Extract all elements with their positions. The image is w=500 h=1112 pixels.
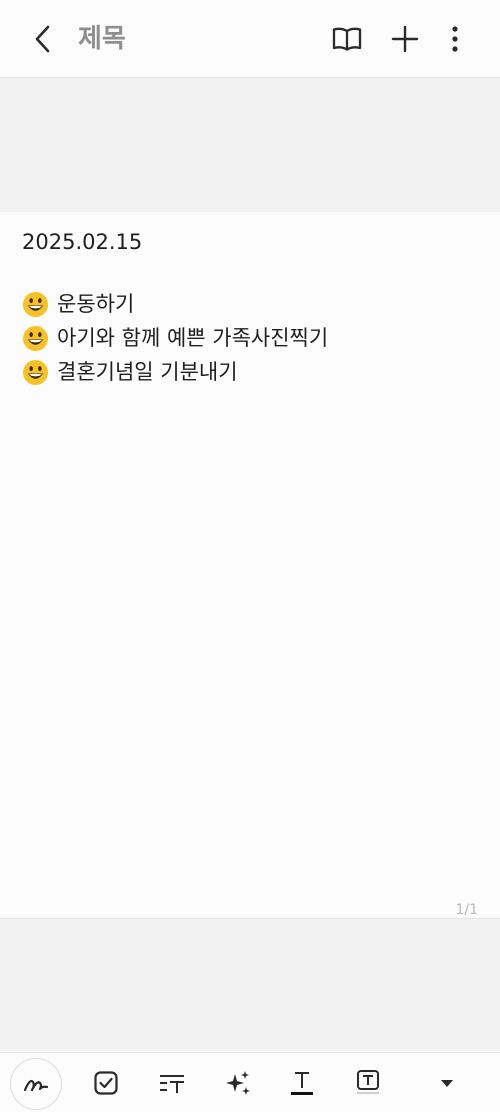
more-options-button[interactable] xyxy=(436,20,474,58)
list-item[interactable]: 운동하기 xyxy=(22,288,328,320)
grinning-face-icon xyxy=(22,291,49,317)
back-button[interactable] xyxy=(26,20,60,58)
expand-down-icon xyxy=(441,1080,453,1087)
note-page[interactable]: 2025.02.15 운동하기 아기와 함께 예쁜 가족사진찍기 결혼기념일 기… xyxy=(0,212,500,918)
ai-assist-button[interactable] xyxy=(220,1065,256,1101)
more-vertical-icon xyxy=(452,26,458,52)
back-icon xyxy=(35,25,50,53)
text-box-button[interactable] xyxy=(350,1065,386,1101)
plus-icon xyxy=(391,25,419,53)
checklist-button[interactable] xyxy=(88,1065,124,1101)
sparkle-icon xyxy=(226,1071,250,1095)
list-item-text: 결혼기념일 기분내기 xyxy=(57,360,238,384)
checkbox-icon xyxy=(94,1071,118,1095)
text-style-button[interactable] xyxy=(154,1065,190,1101)
note-title[interactable]: 제목 xyxy=(78,22,126,56)
reading-mode-button[interactable] xyxy=(328,20,366,58)
expand-toolbar-button[interactable] xyxy=(429,1065,465,1101)
list-item[interactable]: 결혼기념일 기분내기 xyxy=(22,356,328,388)
bottom-toolbar xyxy=(0,1052,500,1112)
pen-mode-button[interactable] xyxy=(10,1058,62,1110)
note-date[interactable]: 2025.02.15 xyxy=(22,228,142,256)
grinning-face-icon xyxy=(22,325,49,351)
grinning-face-icon xyxy=(22,359,49,385)
page-indicator: 1/1 xyxy=(455,902,478,918)
font-color-button[interactable] xyxy=(284,1065,320,1101)
text-style-icon xyxy=(160,1075,184,1093)
font-color-icon xyxy=(291,1072,313,1095)
list-item[interactable]: 아기와 함께 예쁜 가족사진찍기 xyxy=(22,322,328,354)
list-item-text: 운동하기 xyxy=(57,292,135,316)
book-icon xyxy=(332,27,362,51)
note-list: 운동하기 아기와 함께 예쁜 가족사진찍기 결혼기념일 기분내기 xyxy=(22,288,328,390)
page-margin-top xyxy=(0,79,500,212)
add-button[interactable] xyxy=(386,20,424,58)
page-margin-bottom xyxy=(0,919,500,1052)
pen-icon xyxy=(23,1079,49,1092)
app-bar: 제목 xyxy=(0,0,500,78)
list-item-text: 아기와 함께 예쁜 가족사진찍기 xyxy=(57,326,329,350)
text-box-icon xyxy=(357,1070,379,1094)
